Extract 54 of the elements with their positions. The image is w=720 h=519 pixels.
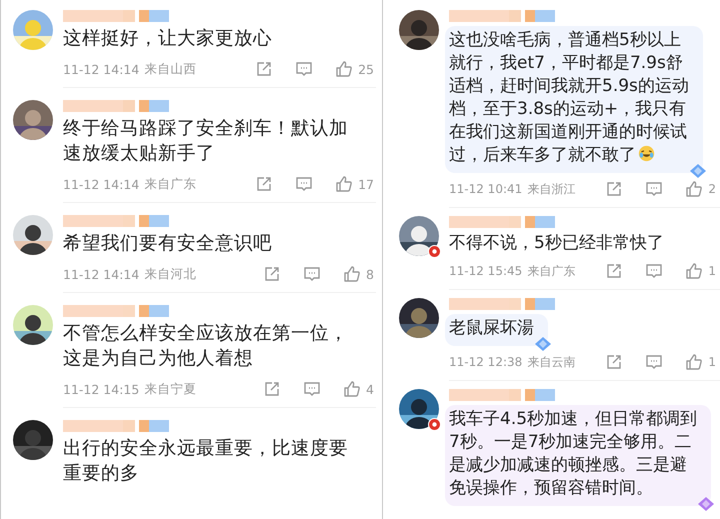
- comment-time: 11-12 14:14: [63, 62, 140, 76]
- comment-icon[interactable]: [295, 175, 314, 193]
- comment-icon[interactable]: [645, 262, 664, 280]
- comment-location: 来自广东: [144, 176, 196, 192]
- comment-text: 终于给马路踩了安全刹车！默认加 速放缓太贴新手了: [63, 117, 349, 166]
- comment-text: 这也没啥毛病，普通档5秒以上 就行，我et7，平时都是7.9s舒 适档，赶时间我就开5.9s的运动 档，至于3.8s的运动+，我只有 在我们这新国道刚开通的时候试 过，后来车多了就不敢了: [449, 29, 689, 167]
- comment-text: 这样挺好，让大家更放心: [63, 27, 273, 51]
- diamond-icon: [688, 163, 707, 179]
- comment-text: 不得不说，5秒已经非常快了: [449, 232, 665, 255]
- comment-location: 来自宁夏: [144, 380, 196, 398]
- comment-text: 老鼠屎坏湯: [449, 317, 534, 340]
- comment-location: 来自广东: [527, 262, 576, 280]
- comment-location: 来自云南: [527, 354, 576, 370]
- comment-location: 来自山西: [144, 60, 196, 78]
- comment-location: 来自河北: [144, 266, 196, 282]
- comment-icon[interactable]: [645, 180, 664, 198]
- comment-icon[interactable]: [645, 353, 664, 371]
- comment-time: 11-12 15:45: [449, 264, 522, 278]
- comment-time: 11-12 14:15: [63, 382, 140, 396]
- comment-text: 不管怎么样安全应该放在第一位， 这是为自己为他人着想: [63, 322, 349, 371]
- share-icon[interactable]: [255, 175, 274, 193]
- diamond-icon: [534, 336, 552, 352]
- like-count: 2: [708, 182, 716, 196]
- share-icon[interactable]: [263, 380, 282, 398]
- comment-text: 希望我们要有安全意识吧: [63, 232, 273, 256]
- share-icon[interactable]: [605, 262, 624, 280]
- like-icon[interactable]: [685, 353, 704, 371]
- comment-time: 11-12 14:14: [63, 176, 140, 192]
- like-icon[interactable]: [343, 265, 362, 283]
- share-icon[interactable]: [263, 265, 282, 283]
- like-count: 17: [358, 176, 374, 192]
- like-icon[interactable]: [685, 262, 704, 280]
- comment-text: 出行的安全永远最重要，比速度要 重要的多: [63, 437, 349, 486]
- diamond-icon: [697, 496, 716, 512]
- like-count: 8: [366, 266, 374, 282]
- like-count: 4: [366, 382, 374, 396]
- comment-time: 11-12 14:14: [63, 266, 140, 282]
- comment-time: 11-12 12:38: [449, 355, 522, 369]
- like-count: 1: [708, 355, 716, 369]
- comment-text: 我车子4.5秒加速，但日常都调到 7秒。一是7秒加速完全够用。二 是减少加减速的顿挫感。三是避 免误操作，预留容错时间。: [449, 408, 698, 500]
- like-count: 25: [358, 62, 374, 76]
- comment-icon[interactable]: [303, 265, 322, 283]
- comment-location: 来自浙江: [527, 180, 576, 198]
- share-icon[interactable]: [255, 60, 274, 78]
- comment-icon[interactable]: [295, 60, 314, 78]
- share-icon[interactable]: [605, 353, 624, 371]
- like-count: 1: [708, 264, 716, 278]
- like-icon[interactable]: [335, 175, 354, 193]
- like-icon[interactable]: [343, 380, 362, 398]
- like-icon[interactable]: [685, 180, 704, 198]
- comment-icon[interactable]: [303, 380, 322, 398]
- like-icon[interactable]: [335, 60, 354, 78]
- share-icon[interactable]: [605, 180, 624, 198]
- comment-time: 11-12 10:41: [449, 182, 522, 196]
